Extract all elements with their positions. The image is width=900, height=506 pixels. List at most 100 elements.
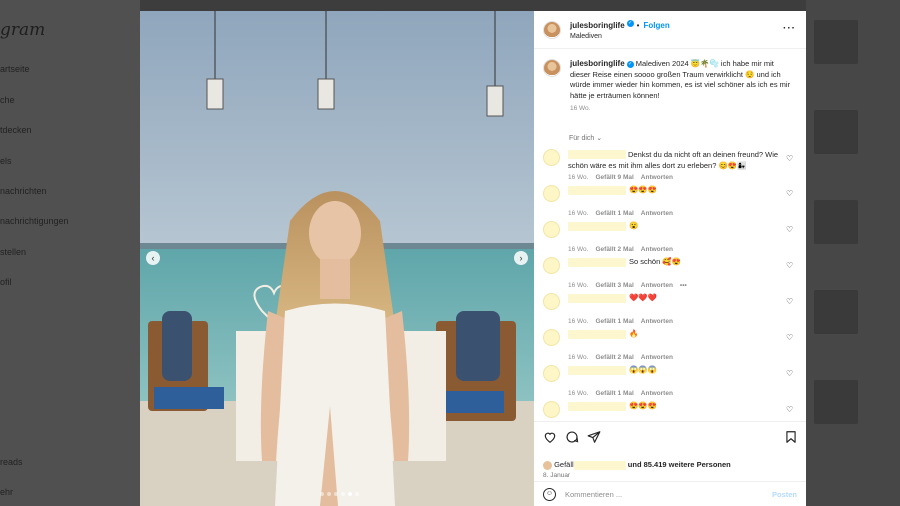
comment-item: 🔥 16 Wo. Gefällt 2 Mal Antworten ♡ bbox=[543, 329, 795, 363]
carousel-dot bbox=[320, 492, 324, 496]
comment-item: 😍😍😍 16 Wo. Gefällt 1 Mal Antworten ♡ bbox=[543, 185, 795, 219]
post-caption: julesboringlife ✓ Malediven 2024 😇🌴🫧 ich … bbox=[543, 59, 795, 115]
like-comment-icon[interactable]: ♡ bbox=[786, 154, 795, 163]
like-comment-icon[interactable]: ♡ bbox=[786, 297, 795, 306]
comment-likes[interactable]: Gefällt 2 Mal bbox=[595, 246, 633, 253]
like-comment-icon[interactable]: ♡ bbox=[786, 333, 795, 342]
comment-item: So schön 🥰😍 16 Wo. Gefällt 3 Mal Antworten… bbox=[543, 257, 795, 291]
comment-username-redacted[interactable] bbox=[568, 186, 626, 195]
avatar[interactable] bbox=[543, 401, 560, 418]
post-date: 8. Januar bbox=[543, 472, 571, 479]
like-comment-icon[interactable]: ♡ bbox=[786, 225, 795, 234]
comment-time: 16 Wo. bbox=[568, 210, 589, 217]
comment-item: 😍😍😍 ♡ bbox=[543, 401, 795, 421]
comment-item: ❤️❤️❤️ 16 Wo. Gefällt 1 Mal Antworten ♡ bbox=[543, 293, 795, 327]
comment-composer: ☺ Posten bbox=[534, 481, 806, 506]
reply-button[interactable]: Antworten bbox=[641, 282, 673, 289]
nav-messages: nachrichten bbox=[0, 186, 47, 196]
comment-input[interactable] bbox=[565, 489, 755, 499]
reply-button[interactable]: Antworten bbox=[641, 246, 673, 253]
carousel-dot bbox=[355, 492, 359, 496]
comment-text: 😍😍😍 bbox=[629, 401, 658, 410]
avatar[interactable] bbox=[543, 149, 560, 166]
comment-text: 😍😍😍 bbox=[629, 185, 658, 194]
likes-count[interactable]: und 85.419 weitere Personen bbox=[628, 460, 731, 469]
avatar[interactable] bbox=[543, 59, 561, 77]
comment-username-redacted[interactable] bbox=[568, 258, 626, 267]
post-header: julesboringlife ✓ • Folgen Malediven ··· bbox=[534, 11, 806, 49]
previous-photo-button[interactable]: ‹ bbox=[146, 251, 160, 265]
reply-button[interactable]: Antworten bbox=[641, 210, 673, 217]
maldives-photo-illustration bbox=[140, 11, 534, 506]
post-photo[interactable]: ‹ › bbox=[140, 11, 534, 506]
comment-sort-dropdown[interactable]: Für dich ⌄ bbox=[569, 134, 602, 142]
carousel-dot bbox=[341, 492, 345, 496]
comment-bubble-icon[interactable] bbox=[565, 430, 579, 444]
avatar[interactable] bbox=[543, 257, 560, 274]
comment-likes[interactable]: Gefällt 3 Mal bbox=[595, 282, 633, 289]
emoji-picker-icon[interactable]: ☺ bbox=[543, 487, 556, 501]
caption-username[interactable]: julesboringlife bbox=[570, 59, 625, 68]
like-comment-icon[interactable]: ♡ bbox=[786, 261, 795, 270]
comment-username-redacted[interactable] bbox=[568, 402, 626, 411]
nav-home: artseite bbox=[0, 64, 30, 74]
post-modal: ‹ › julesboringlife ✓ • Folgen Malediven ··… bbox=[140, 11, 806, 506]
avatar[interactable] bbox=[543, 365, 560, 382]
chevron-down-icon: ⌄ bbox=[596, 135, 603, 142]
comment-item: Denkst du da nicht oft an deinen freund?… bbox=[543, 149, 795, 187]
comment-username-redacted[interactable] bbox=[568, 366, 626, 375]
like-comment-icon[interactable]: ♡ bbox=[786, 405, 795, 414]
comment-likes[interactable]: Gefällt 1 Mal bbox=[595, 318, 633, 325]
caption-time: 16 Wo. bbox=[570, 105, 591, 112]
likes-prefix: Gefäll bbox=[554, 460, 574, 469]
nav-create: stellen bbox=[0, 247, 27, 257]
post-details-panel: julesboringlife ✓ • Folgen Malediven ··· ju… bbox=[534, 11, 806, 506]
comment-username-redacted[interactable] bbox=[568, 330, 626, 339]
comment-text: Denkst du da nicht oft an deinen freund?… bbox=[568, 150, 779, 170]
like-comment-icon[interactable]: ♡ bbox=[786, 369, 795, 378]
comment-item: 😮 16 Wo. Gefällt 2 Mal Antworten ♡ bbox=[543, 221, 795, 255]
comment-username-redacted[interactable] bbox=[568, 294, 626, 303]
comment-likes[interactable]: Gefällt 2 Mal bbox=[595, 354, 633, 361]
next-photo-button[interactable]: › bbox=[514, 251, 528, 265]
avatar[interactable] bbox=[543, 293, 560, 310]
avatar[interactable] bbox=[543, 185, 560, 202]
verified-badge-icon: ✓ bbox=[626, 60, 634, 68]
background-right-grid bbox=[806, 0, 900, 506]
bookmark-icon[interactable] bbox=[784, 430, 798, 444]
location-link[interactable]: Malediven bbox=[570, 31, 670, 42]
reply-button[interactable]: Antworten bbox=[641, 354, 673, 361]
like-heart-icon[interactable] bbox=[543, 430, 557, 444]
comment-likes[interactable]: Gefällt 9 Mal bbox=[595, 174, 633, 181]
carousel-dot-active bbox=[348, 492, 352, 496]
reply-button[interactable]: Antworten bbox=[641, 318, 673, 325]
more-options-icon[interactable]: ··· bbox=[783, 23, 796, 34]
comment-text: 🔥 bbox=[629, 329, 639, 338]
like-comment-icon[interactable]: ♡ bbox=[786, 189, 795, 198]
avatar[interactable] bbox=[543, 329, 560, 346]
carousel-indicator bbox=[320, 492, 359, 496]
comment-item: 😱😱😱 16 Wo. Gefällt 1 Mal Antworten ♡ bbox=[543, 365, 795, 399]
avatar[interactable] bbox=[543, 221, 560, 238]
comment-time: 16 Wo. bbox=[568, 282, 589, 289]
post-actions-bar: Gefäll und 85.419 weitere Personen 8. Ja… bbox=[534, 421, 806, 481]
follow-button[interactable]: Folgen bbox=[643, 21, 669, 30]
nav-profile: ofil bbox=[0, 277, 12, 287]
share-send-icon[interactable] bbox=[587, 430, 601, 444]
post-comment-button[interactable]: Posten bbox=[772, 490, 797, 499]
likes-summary[interactable]: Gefäll und 85.419 weitere Personen bbox=[543, 460, 731, 470]
comment-time: 16 Wo. bbox=[568, 246, 589, 253]
nav-reels: els bbox=[0, 156, 12, 166]
verified-badge-icon: ✓ bbox=[626, 19, 634, 27]
reply-button[interactable]: Antworten bbox=[641, 390, 673, 397]
liker-username-redacted[interactable] bbox=[573, 460, 626, 470]
username-link[interactable]: julesboringlife bbox=[570, 21, 625, 30]
comment-likes[interactable]: Gefällt 1 Mal bbox=[595, 210, 633, 217]
comment-text: ❤️❤️❤️ bbox=[629, 293, 658, 302]
comment-username-redacted[interactable] bbox=[568, 222, 626, 231]
avatar[interactable] bbox=[543, 20, 561, 39]
instagram-logo: gram bbox=[0, 20, 46, 40]
comment-options-icon[interactable]: ••• bbox=[680, 282, 687, 289]
reply-button[interactable]: Antworten bbox=[641, 174, 673, 181]
comment-likes[interactable]: Gefällt 1 Mal bbox=[595, 390, 633, 397]
